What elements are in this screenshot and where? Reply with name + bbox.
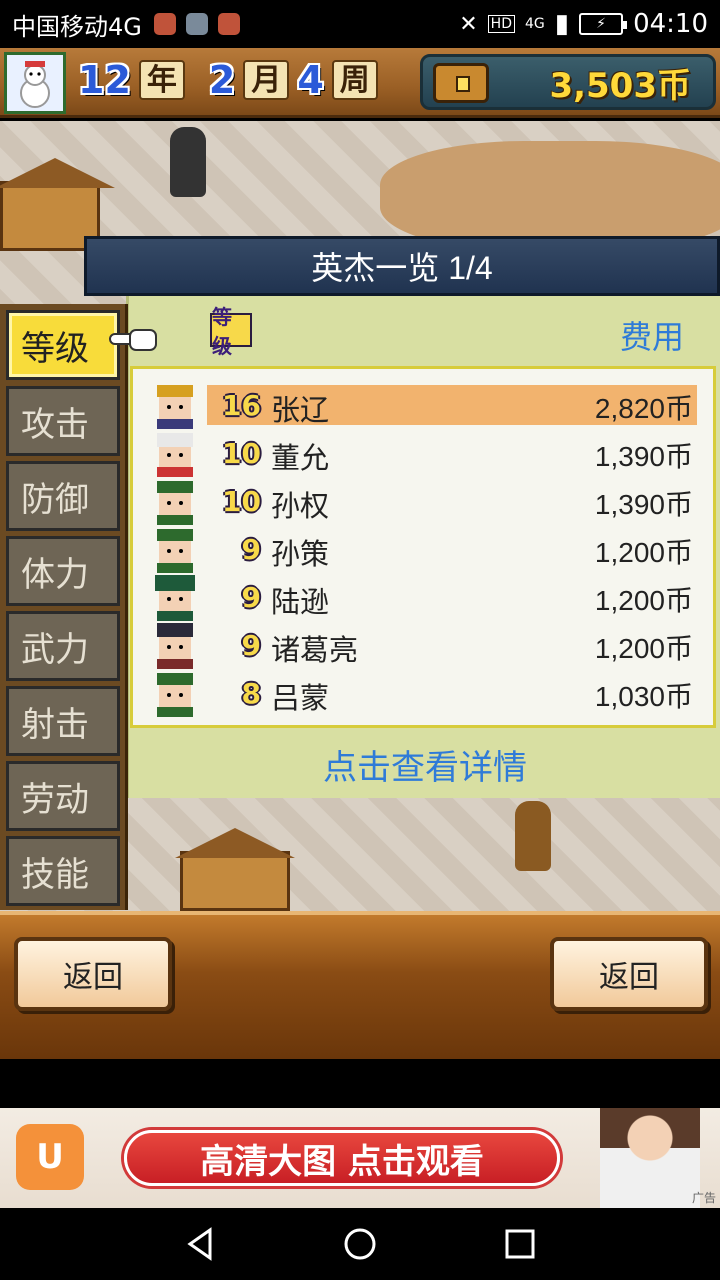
uc-browser-logo-icon: U — [16, 1124, 84, 1190]
hero-row[interactable]: 10 董允 1,390币 — [143, 431, 703, 477]
hero-name: 董允 — [271, 443, 330, 475]
hero-level: 10 — [222, 485, 261, 518]
ad-photo — [600, 1108, 700, 1208]
hero-portrait-icon — [157, 433, 193, 477]
hero-cost: 1,200币 — [594, 633, 693, 664]
signal-icon: ▮ — [554, 9, 570, 39]
calendar-date: 12 年 2 月 4 周 — [78, 58, 378, 102]
hero-level: 9 — [241, 629, 261, 662]
hd-badge: HD — [487, 15, 515, 33]
hero-level: 9 — [241, 533, 261, 566]
treasure-chest-icon — [433, 63, 489, 103]
panel-title-bar: 英杰一览 1/4 — [84, 236, 720, 296]
hero-portrait-icon — [157, 673, 193, 717]
hero-portrait-icon — [157, 529, 193, 573]
notification-icon — [153, 13, 176, 35]
tab-level[interactable]: 等级 — [6, 310, 120, 380]
status-bar: 中国移动4G ✕ HD 4G ▮ ⚡ 04:10 — [0, 0, 720, 48]
hero-cost: 1,200币 — [594, 537, 693, 568]
hero-cost: 1,030币 — [594, 681, 693, 712]
tab-skill[interactable]: 技能 — [6, 836, 120, 906]
hero-name: 诸葛亮 — [271, 635, 359, 667]
tab-force[interactable]: 武力 — [6, 611, 120, 681]
hero-row[interactable]: 16 张辽 2,820币 — [143, 383, 703, 429]
hero-name: 陆逊 — [271, 587, 330, 619]
year-number: 12 — [78, 58, 131, 102]
house — [175, 828, 295, 911]
battery-icon: ⚡ — [579, 13, 628, 35]
game-top-bar: 12 年 2 月 4 周 3,503币 — [0, 48, 720, 118]
year-label: 年 — [138, 60, 185, 100]
hero-level: 9 — [241, 581, 261, 614]
hero-cost: 1,390币 — [594, 441, 693, 472]
hero-name: 孙权 — [271, 491, 330, 523]
image-notification-icon — [185, 13, 208, 35]
ad-banner[interactable]: U 高清大图 点击观看 广告 — [0, 1108, 720, 1208]
tab-defense[interactable]: 防御 — [6, 461, 120, 531]
mute-icon: ✕ — [459, 11, 478, 37]
hero-row[interactable]: 9 诸葛亮 1,200币 — [143, 623, 703, 669]
villager-character — [515, 801, 551, 871]
back-nav-icon[interactable] — [180, 1224, 220, 1264]
month-label: 月 — [243, 60, 290, 100]
sort-tabs: 等级 攻击 防御 体力 武力 射击 劳动 技能 — [0, 304, 128, 910]
view-details-link[interactable]: 点击查看详情 — [130, 740, 720, 789]
app-notification-icon — [217, 13, 240, 35]
hero-name: 张辽 — [271, 395, 330, 427]
panel-title: 英杰一览 1/4 — [311, 250, 493, 286]
week-number: 4 — [297, 58, 324, 102]
week-label: 周 — [331, 60, 378, 100]
system-nav-bar — [0, 1208, 720, 1280]
back-button-right[interactable]: 返回 — [550, 937, 708, 1011]
hero-row[interactable]: 8 吕蒙 1,030币 — [143, 671, 703, 717]
network-label: 4G — [524, 16, 545, 32]
tab-attack[interactable]: 攻击 — [6, 386, 120, 456]
home-nav-icon[interactable] — [340, 1224, 380, 1264]
bottom-bar: 返回 返回 — [0, 911, 720, 1059]
hero-cost: 1,390币 — [594, 489, 693, 520]
hero-portrait-icon — [157, 623, 193, 669]
hero-portrait-icon — [157, 385, 193, 429]
hero-name: 吕蒙 — [271, 683, 330, 715]
hero-level: 10 — [222, 437, 261, 470]
tab-labor[interactable]: 劳动 — [6, 761, 120, 831]
sort-level-header[interactable]: 等级 — [210, 305, 252, 358]
hero-cost: 1,200币 — [594, 585, 693, 616]
ad-tag: 广告 — [691, 1191, 716, 1205]
back-button-left[interactable]: 返回 — [14, 937, 172, 1011]
recents-nav-icon[interactable] — [500, 1224, 540, 1264]
tab-shooting[interactable]: 射击 — [6, 686, 120, 756]
money-value: 3,503币 — [549, 65, 691, 106]
money-display: 3,503币 — [420, 54, 716, 110]
carrier-label: 中国移动4G — [12, 12, 142, 41]
hero-portrait-icon — [155, 575, 195, 621]
hero-row[interactable]: 10 孙权 1,390币 — [143, 479, 703, 525]
hill — [380, 141, 720, 251]
hero-row[interactable]: 9 孙策 1,200币 — [143, 527, 703, 573]
hero-row[interactable]: 9 陆逊 1,200币 — [143, 575, 703, 621]
pointing-hand-icon — [109, 329, 157, 351]
snowman-avatar-icon[interactable] — [4, 52, 66, 114]
hero-name: 孙策 — [271, 539, 330, 571]
ad-text[interactable]: 高清大图 点击观看 — [124, 1130, 560, 1186]
hero-level: 16 — [222, 389, 261, 422]
hero-level: 8 — [241, 677, 261, 710]
tab-stamina[interactable]: 体力 — [6, 536, 120, 606]
month-number: 2 — [208, 58, 236, 102]
hero-portrait-icon — [157, 481, 193, 525]
hero-list: 16 张辽 2,820币 10 董允 1,390币 10 孙权 1,390币 9… — [130, 366, 716, 728]
clock: 04:10 — [633, 9, 708, 39]
hero-cost: 2,820币 — [594, 393, 693, 424]
ninja-character — [170, 127, 206, 197]
cost-header: 费用 — [620, 319, 685, 355]
